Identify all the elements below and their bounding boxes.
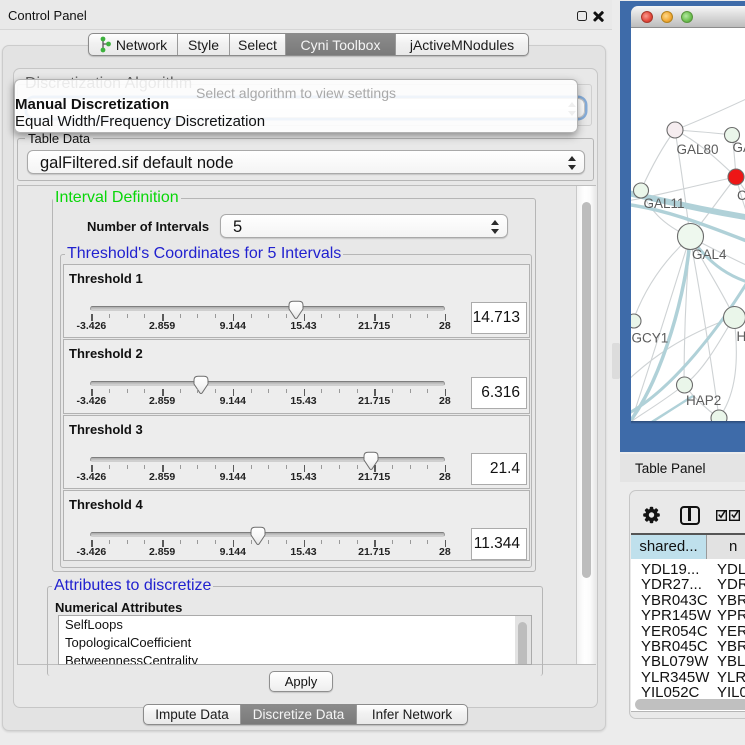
svg-text:HAP2: HAP2 — [686, 393, 721, 408]
svg-text:GAL80: GAL80 — [677, 142, 719, 157]
svg-text:GA: GA — [733, 140, 745, 155]
svg-text:GAL11: GAL11 — [644, 196, 685, 211]
svg-text:H: H — [737, 329, 745, 344]
svg-text:CY: CY — [737, 188, 745, 203]
svg-text:GAL4: GAL4 — [692, 247, 727, 262]
svg-text:GCY1: GCY1 — [632, 331, 669, 346]
